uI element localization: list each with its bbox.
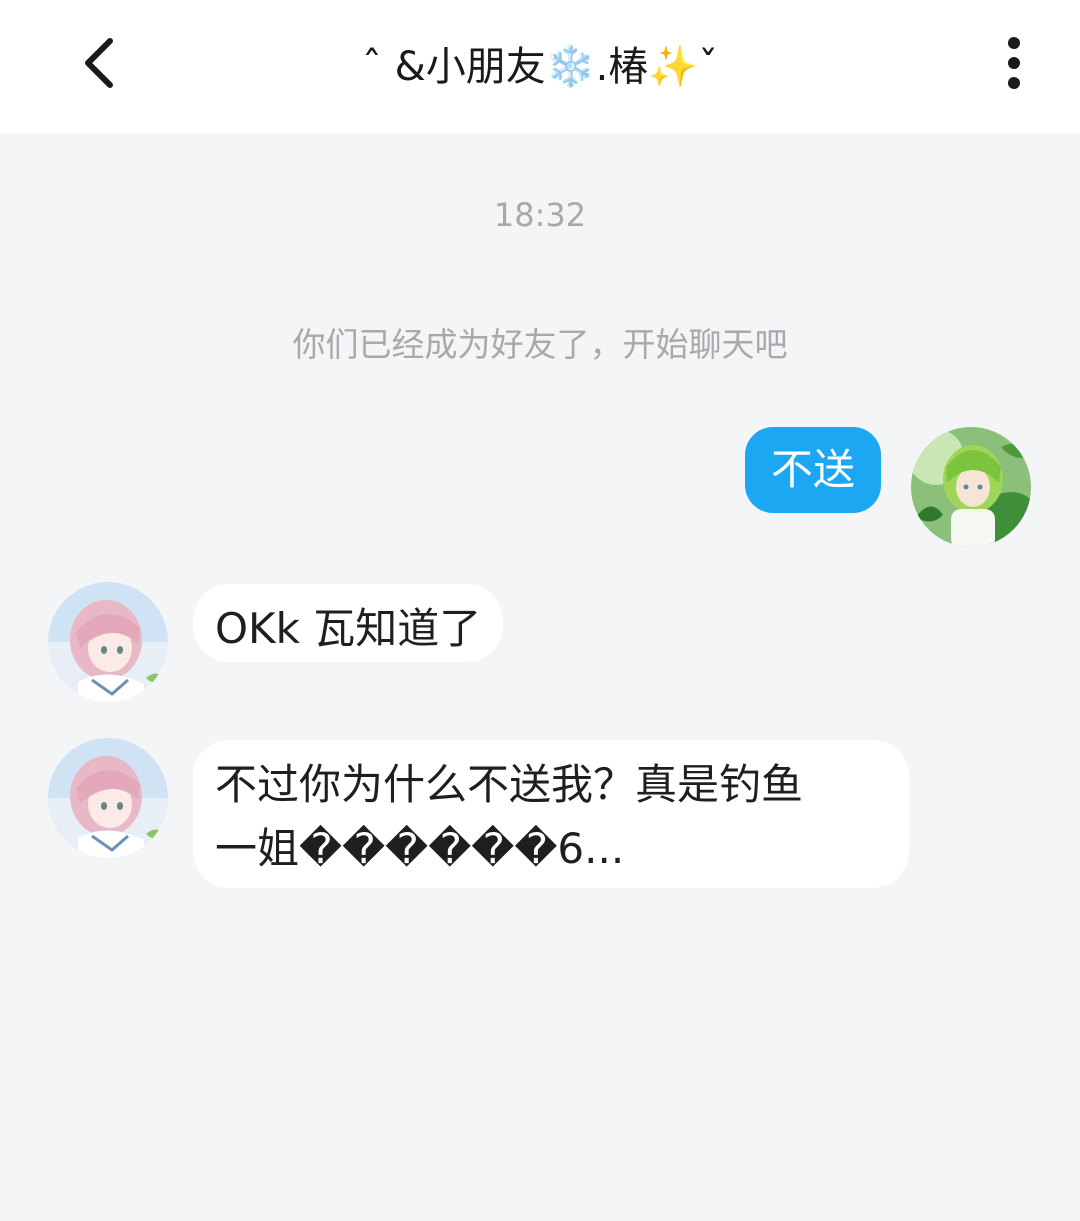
- chevron-left-icon: [85, 38, 113, 88]
- back-button[interactable]: [62, 24, 134, 102]
- system-message: 你们已经成为好友了，开始聊天吧: [292, 325, 788, 364]
- message-text-line: 一姐������6...: [215, 824, 625, 873]
- contact-name: ˆ &小朋友❄️.椿✨ˇ: [361, 44, 719, 90]
- friend-avatar[interactable]: [48, 582, 168, 702]
- vertical-dots-icon: [1008, 37, 1020, 49]
- incoming-message-bubble[interactable]: OKk 瓦知道了: [193, 584, 504, 662]
- message-text: 不送: [771, 445, 856, 494]
- message-text-line: 不过你为什么不送我？真是钓鱼: [215, 760, 804, 809]
- message-timestamp: 18:32: [493, 196, 587, 234]
- message-text: OKk 瓦知道了: [215, 604, 482, 653]
- more-options-button[interactable]: [986, 28, 1042, 98]
- outgoing-message-bubble[interactable]: 不送: [745, 427, 882, 513]
- my-avatar[interactable]: [911, 427, 1031, 547]
- friend-avatar[interactable]: [48, 738, 168, 858]
- incoming-message-bubble[interactable]: 不过你为什么不送我？真是钓鱼 一姐������6...: [193, 740, 909, 888]
- chat-header: ˆ &小朋友❄️.椿✨ˇ: [0, 0, 1080, 133]
